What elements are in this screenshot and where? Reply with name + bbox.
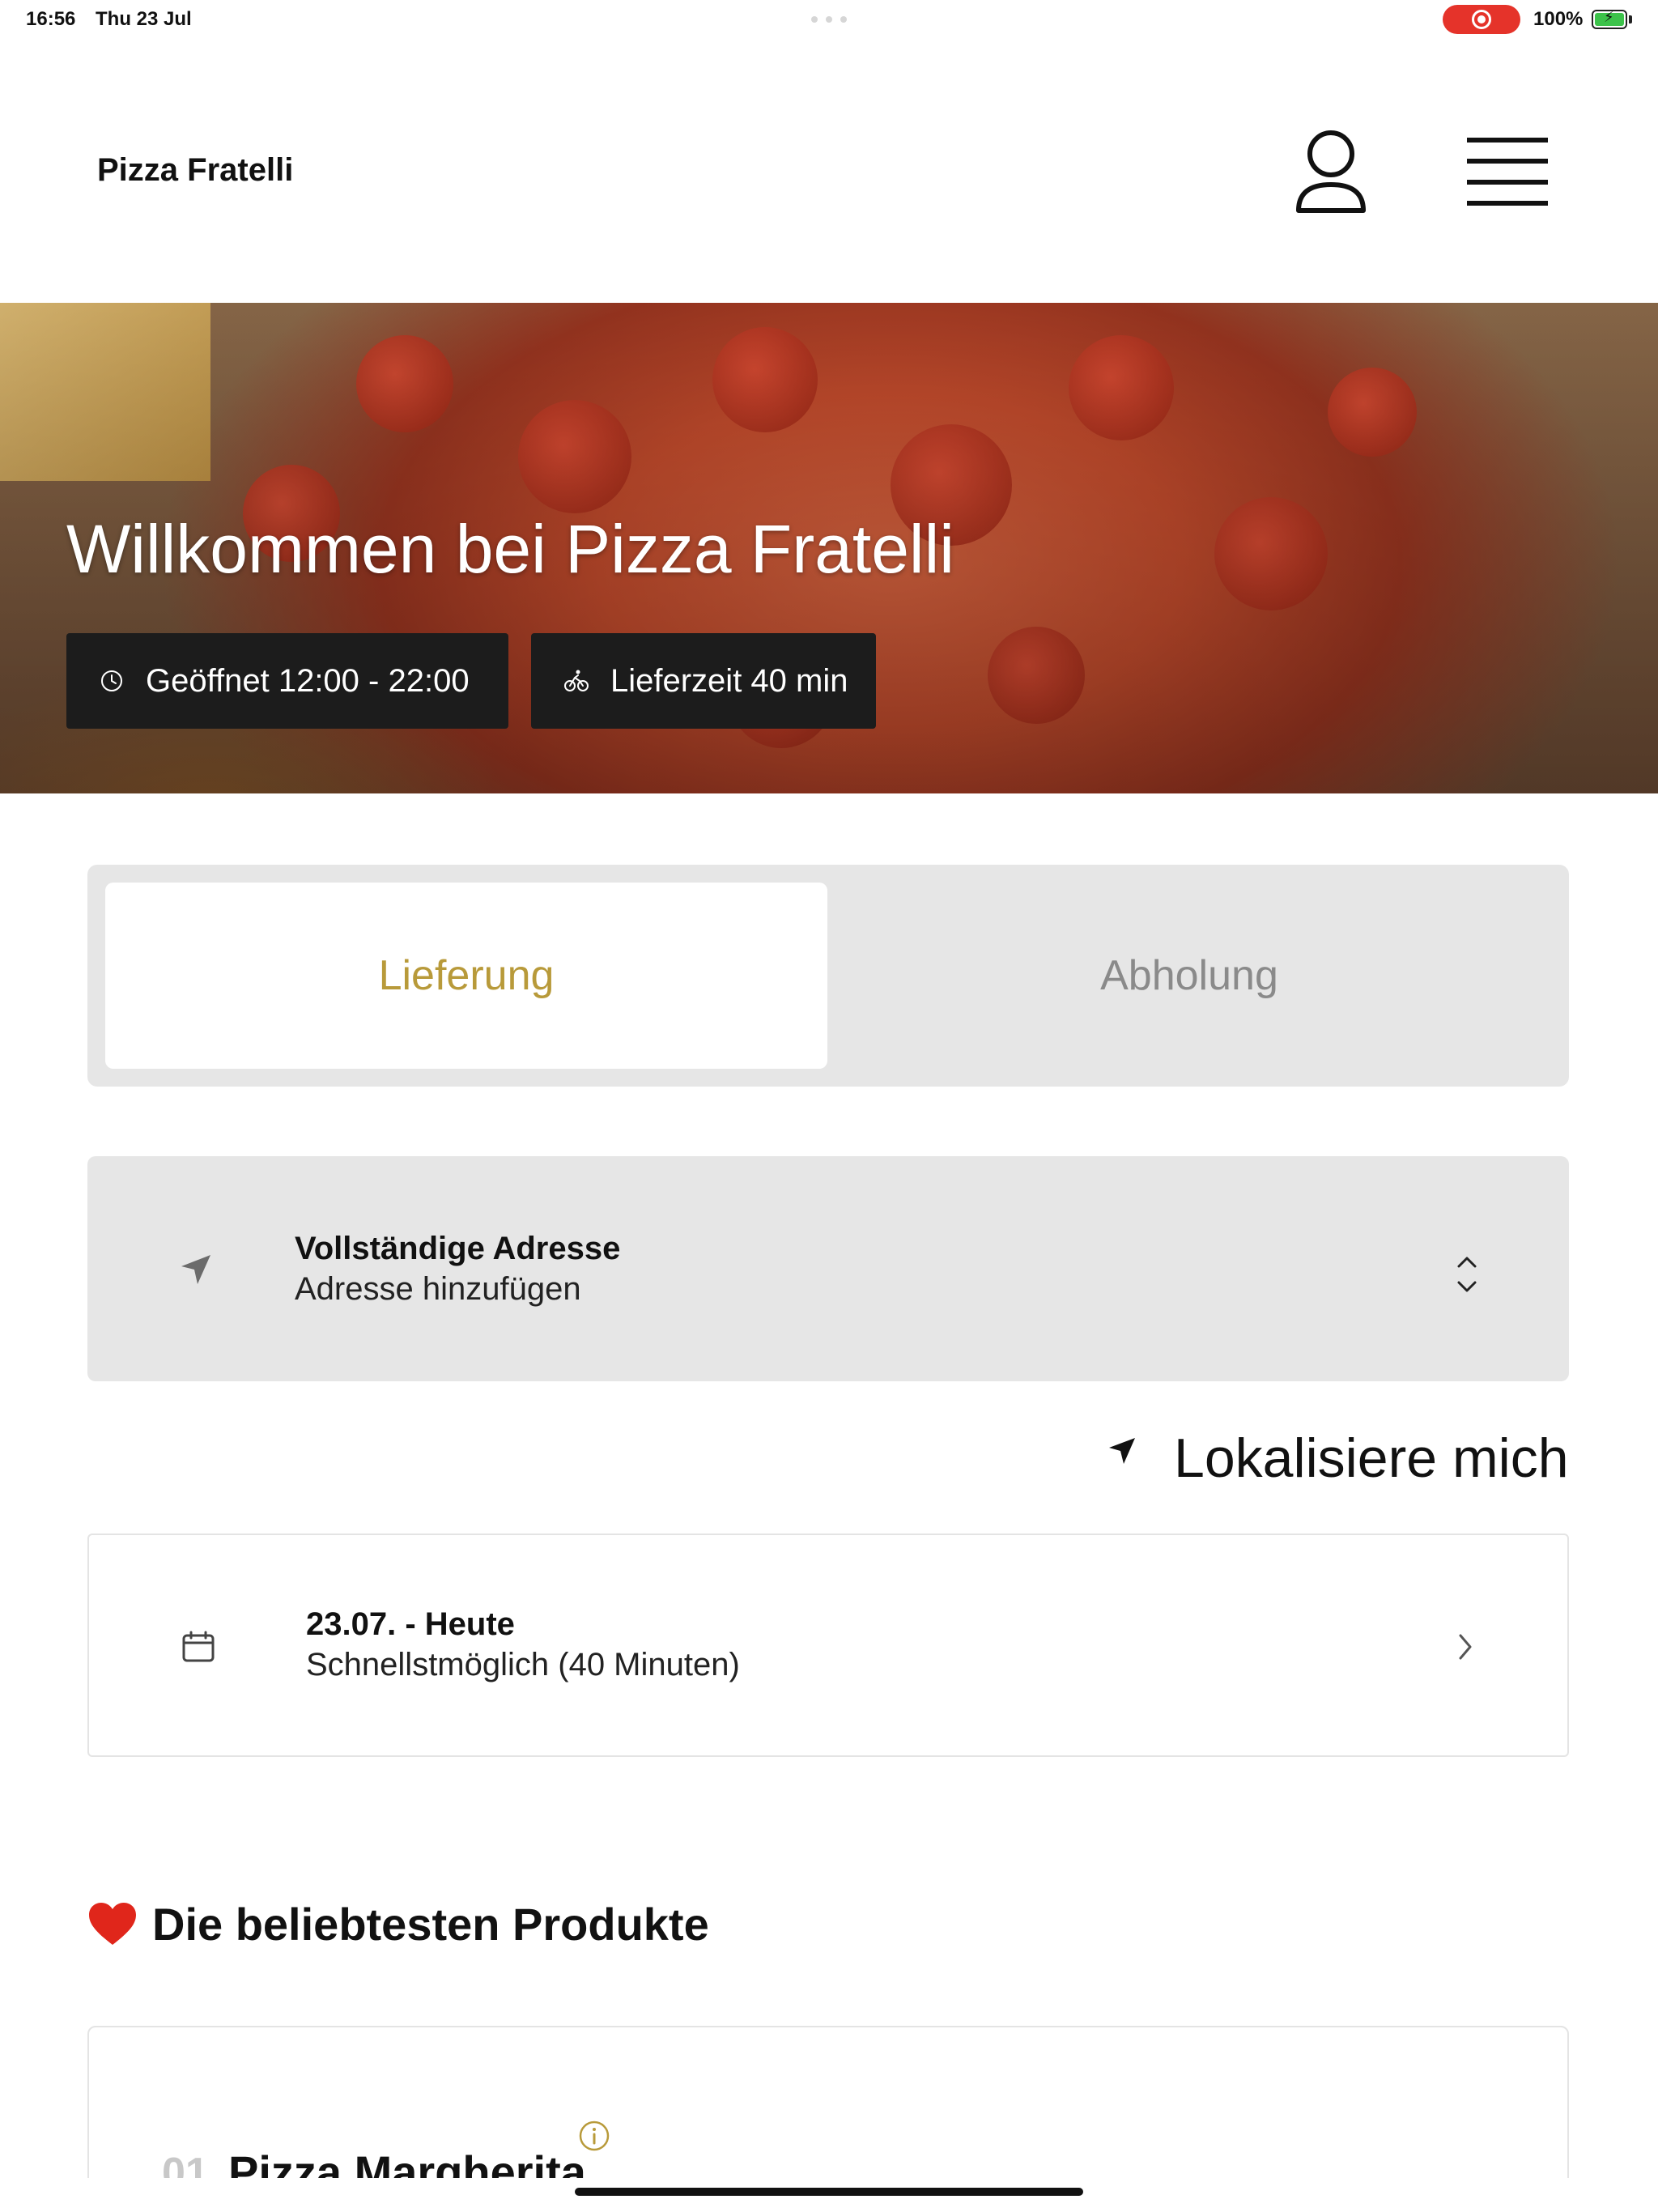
record-icon [1472,10,1491,29]
status-date: Thu 23 Jul [96,8,192,30]
delivery-eta: Schnellstmöglich (40 Minuten) [306,1647,740,1682]
address-selector[interactable]: Vollständige Adresse Adresse hinzufügen [87,1156,1569,1381]
multitasking-dots-icon[interactable] [811,16,847,23]
hamburger-menu-icon[interactable] [1467,138,1548,206]
delivery-date: 23.07. - Heute [306,1606,515,1642]
calendar-icon [182,1631,215,1662]
battery-percentage: 100% [1533,8,1584,30]
brand-logo[interactable]: Pizza Fratelli [97,152,293,189]
address-placeholder: Adresse hinzufügen [295,1271,581,1307]
screen-recording-indicator[interactable] [1443,5,1520,34]
chevron-up-down-icon [1457,1257,1477,1292]
popular-products-heading: Die beliebtesten Produkte [87,1898,709,1950]
battery-tip [1629,15,1632,23]
status-bar: 16:56 Thu 23 Jul 100% [0,0,1658,39]
hero-banner: Willkommen bei Pizza Fratelli Geöffnet 1… [0,303,1658,793]
tab-pickup[interactable]: Abholung [827,883,1551,1069]
hero-title: Willkommen bei Pizza Fratelli [66,511,954,587]
info-icon[interactable] [578,2120,610,2152]
chevron-right-icon [1459,1634,1472,1660]
heart-icon [89,1902,136,1945]
battery-icon [1592,9,1627,29]
delivery-time-badge: Lieferzeit 40 min [531,633,876,729]
order-mode-toggle: Lieferung Abholung [87,865,1569,1087]
opening-hours-text: Geöffnet 12:00 - 22:00 [146,662,470,699]
delivery-time-text: Lieferzeit 40 min [610,662,848,699]
tab-delivery[interactable]: Lieferung [105,883,827,1069]
location-arrow-icon[interactable] [1106,1435,1138,1467]
popular-products-title: Die beliebtesten Produkte [152,1899,709,1950]
clock-icon [101,670,122,691]
navigation-arrow-icon [181,1255,210,1284]
home-indicator[interactable] [575,2188,1083,2196]
status-time: 16:56 [26,8,76,30]
address-title: Vollständige Adresse [295,1231,621,1266]
user-icon[interactable] [1294,126,1368,217]
bicycle-icon [564,670,589,691]
delivery-time-selector[interactable]: 23.07. - Heute Schnellstmöglich (40 Minu… [87,1534,1569,1757]
opening-hours-badge: Geöffnet 12:00 - 22:00 [66,633,508,729]
locate-me-button[interactable]: Lokalisiere mich [1174,1427,1569,1490]
